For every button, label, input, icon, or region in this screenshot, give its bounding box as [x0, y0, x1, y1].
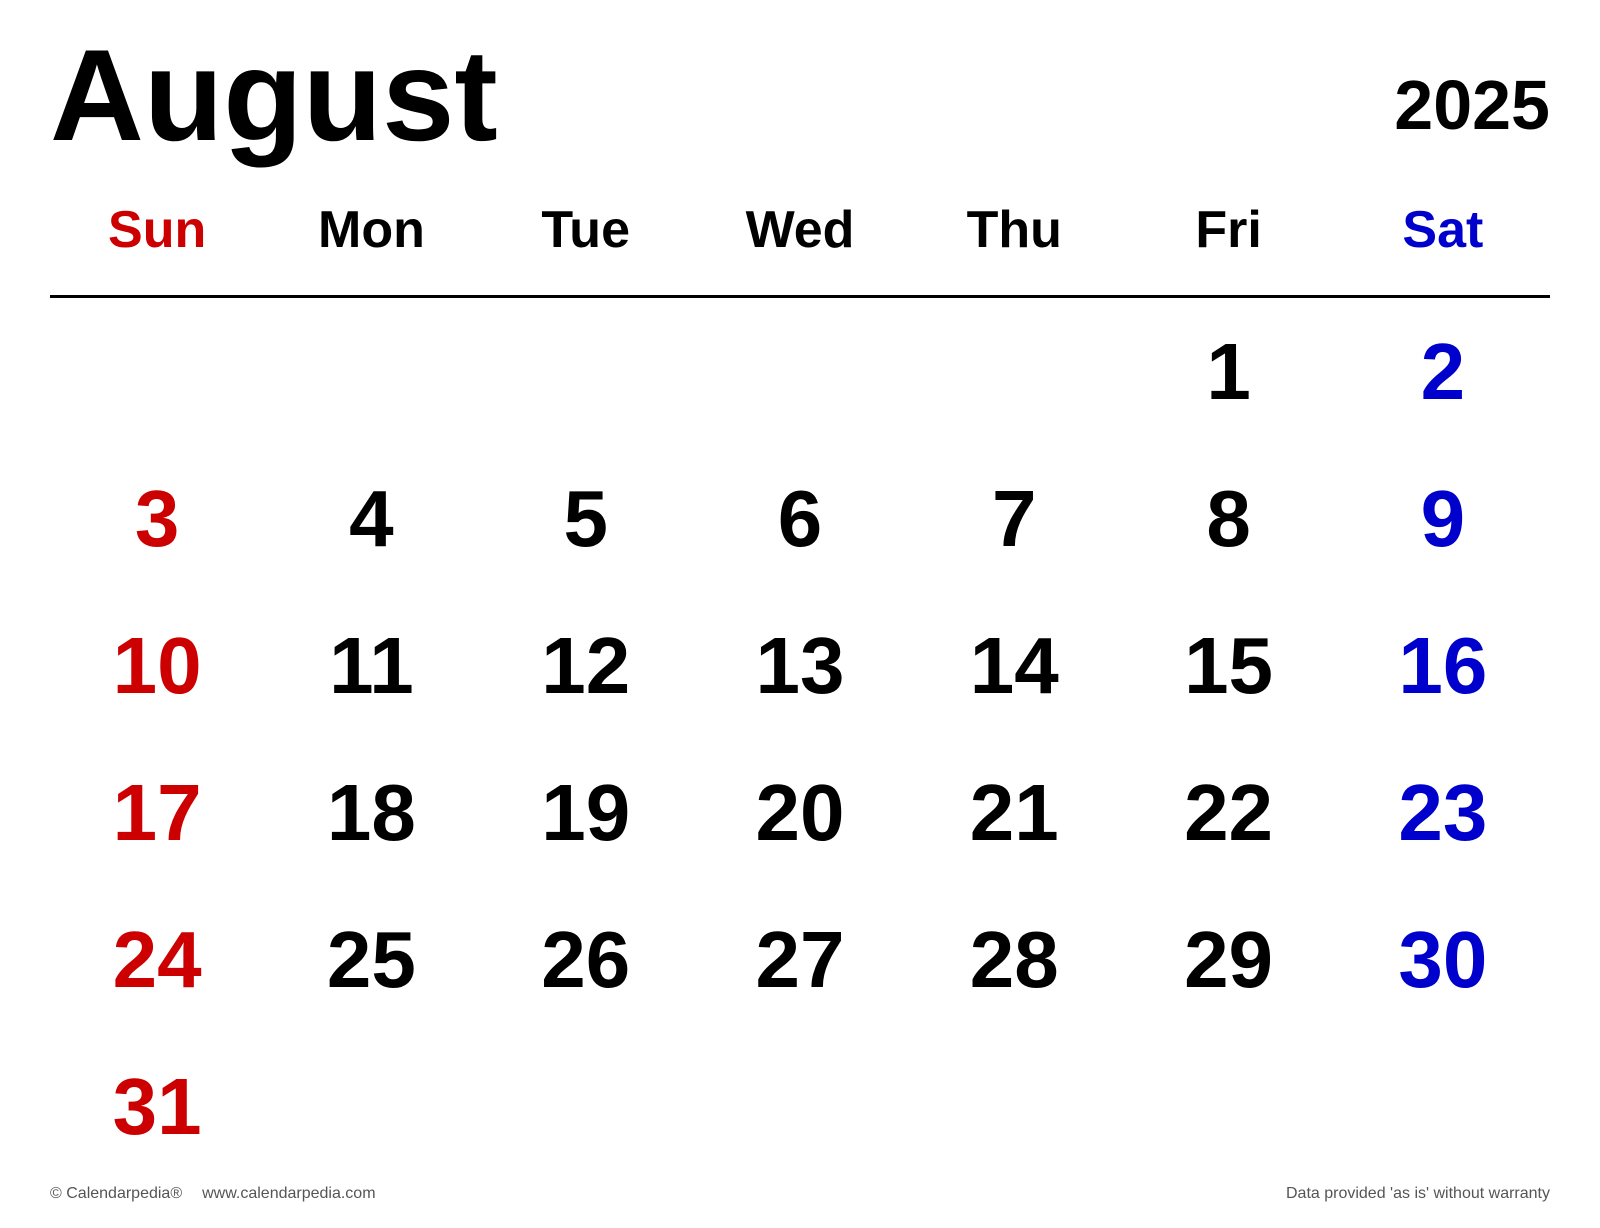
- day-14[interactable]: 14: [907, 592, 1121, 739]
- day-header-fri: Fri: [1121, 180, 1335, 298]
- day-empty: [479, 1033, 693, 1180]
- day-2[interactable]: 2: [1336, 298, 1550, 445]
- calendar-container: August 2025 SunMonTueWedThuFriSat1234567…: [0, 0, 1600, 1228]
- footer-website: www.calendarpedia.com: [202, 1185, 375, 1203]
- day-23[interactable]: 23: [1336, 739, 1550, 886]
- day-empty: [479, 298, 693, 445]
- day-empty: [264, 1033, 478, 1180]
- footer-left: © Calendarpedia® www.calendarpedia.com: [50, 1185, 376, 1203]
- day-8[interactable]: 8: [1121, 445, 1335, 592]
- day-empty: [693, 298, 907, 445]
- day-20[interactable]: 20: [693, 739, 907, 886]
- day-empty: [1336, 1033, 1550, 1180]
- day-3[interactable]: 3: [50, 445, 264, 592]
- day-empty: [50, 298, 264, 445]
- day-30[interactable]: 30: [1336, 886, 1550, 1033]
- day-6[interactable]: 6: [693, 445, 907, 592]
- day-1[interactable]: 1: [1121, 298, 1335, 445]
- calendar-header: August 2025: [50, 30, 1550, 160]
- footer-copyright: © Calendarpedia®: [50, 1185, 182, 1203]
- month-title: August: [50, 30, 498, 160]
- day-5[interactable]: 5: [479, 445, 693, 592]
- day-4[interactable]: 4: [264, 445, 478, 592]
- calendar-grid: SunMonTueWedThuFriSat1234567891011121314…: [50, 180, 1550, 1180]
- day-31[interactable]: 31: [50, 1033, 264, 1180]
- day-22[interactable]: 22: [1121, 739, 1335, 886]
- day-26[interactable]: 26: [479, 886, 693, 1033]
- day-header-mon: Mon: [264, 180, 478, 298]
- day-10[interactable]: 10: [50, 592, 264, 739]
- day-19[interactable]: 19: [479, 739, 693, 886]
- day-header-sun: Sun: [50, 180, 264, 298]
- day-empty: [907, 1033, 1121, 1180]
- footer-disclaimer: Data provided 'as is' without warranty: [1286, 1185, 1550, 1203]
- day-15[interactable]: 15: [1121, 592, 1335, 739]
- day-24[interactable]: 24: [50, 886, 264, 1033]
- day-21[interactable]: 21: [907, 739, 1121, 886]
- day-empty: [693, 1033, 907, 1180]
- day-header-sat: Sat: [1336, 180, 1550, 298]
- day-empty: [1121, 1033, 1335, 1180]
- day-29[interactable]: 29: [1121, 886, 1335, 1033]
- day-11[interactable]: 11: [264, 592, 478, 739]
- day-17[interactable]: 17: [50, 739, 264, 886]
- calendar-footer: © Calendarpedia® www.calendarpedia.com D…: [50, 1180, 1550, 1208]
- day-16[interactable]: 16: [1336, 592, 1550, 739]
- day-12[interactable]: 12: [479, 592, 693, 739]
- day-27[interactable]: 27: [693, 886, 907, 1033]
- day-header-tue: Tue: [479, 180, 693, 298]
- day-empty: [907, 298, 1121, 445]
- day-7[interactable]: 7: [907, 445, 1121, 592]
- day-header-thu: Thu: [907, 180, 1121, 298]
- day-25[interactable]: 25: [264, 886, 478, 1033]
- day-header-wed: Wed: [693, 180, 907, 298]
- year-title: 2025: [1394, 50, 1550, 140]
- day-13[interactable]: 13: [693, 592, 907, 739]
- day-28[interactable]: 28: [907, 886, 1121, 1033]
- day-empty: [264, 298, 478, 445]
- day-18[interactable]: 18: [264, 739, 478, 886]
- day-9[interactable]: 9: [1336, 445, 1550, 592]
